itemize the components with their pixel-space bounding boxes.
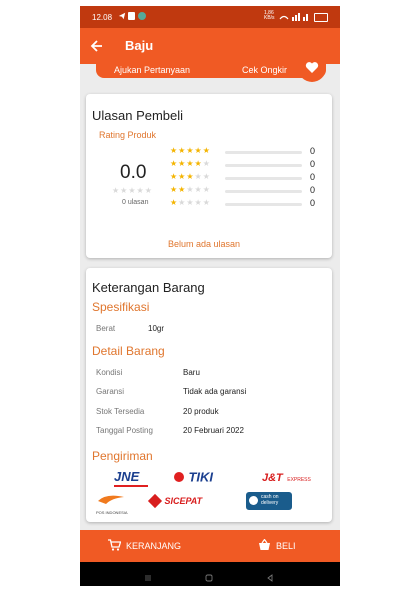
detail-value: 20 produk xyxy=(183,407,219,416)
rating-summary: 0.0 ★★★★★ 0 ulasan ★★★★★ 0 ★★★★★ 0 ★★★★★ 0 ★★★… xyxy=(98,142,320,226)
rating-bar xyxy=(225,190,302,193)
rating-bar xyxy=(225,164,302,167)
check-shipping-button[interactable]: Cek Ongkir xyxy=(242,65,287,75)
spec-title: Spesifikasi xyxy=(92,300,150,314)
rating-row: ★★★★★ 0 xyxy=(170,172,322,184)
ask-question-button[interactable]: Ajukan Pertanyaan xyxy=(114,65,190,75)
status-time: 12.08 xyxy=(92,13,113,22)
tiki-logo: TIKI xyxy=(174,468,213,486)
add-to-cart-button[interactable]: KERANJANG xyxy=(80,530,210,562)
buy-button[interactable]: BELI xyxy=(210,530,340,562)
sicepat-logo: SICEPAT xyxy=(147,492,202,510)
rating-bar xyxy=(225,177,302,180)
spec-label: Berat xyxy=(96,324,116,333)
rating-count: 0 xyxy=(310,198,316,208)
no-review-text[interactable]: Belum ada ulasan xyxy=(168,239,240,249)
system-nav-bar xyxy=(80,562,340,586)
star-rating-icon: ★★★★★ xyxy=(170,172,211,181)
cart-label: KERANJANG xyxy=(126,541,182,551)
cod-logo: cash on delivery xyxy=(246,492,292,510)
home-icon[interactable] xyxy=(205,569,213,582)
shipping-title: Pengiriman xyxy=(92,449,153,463)
page-title: Baju xyxy=(125,38,154,53)
score-stars-icon: ★★★★★ xyxy=(112,186,153,195)
detail-label: Stok Tersedia xyxy=(96,407,145,416)
detail-title: Detail Barang xyxy=(92,344,165,358)
facebook-icon xyxy=(128,12,135,20)
detail-value: Baru xyxy=(183,368,200,377)
basket-icon xyxy=(259,539,270,550)
cart-icon xyxy=(108,539,121,551)
detail-label: Tanggal Posting xyxy=(96,426,153,435)
review-count: 0 ulasan xyxy=(122,199,149,206)
rating-row: ★★★★★ 0 xyxy=(170,146,322,158)
rating-row: ★★★★★ 0 xyxy=(170,185,322,197)
detail-value: 20 Februari 2022 xyxy=(183,426,244,435)
info-title: Keterangan Barang xyxy=(92,280,205,295)
detail-label: Kondisi xyxy=(96,368,123,377)
star-rating-icon: ★★★★★ xyxy=(170,159,211,168)
rating-score: 0.0 xyxy=(120,162,147,183)
rating-count: 0 xyxy=(310,159,316,169)
detail-value: Tidak ada garansi xyxy=(183,387,247,396)
telegram-icon xyxy=(118,12,126,20)
star-rating-icon: ★★★★★ xyxy=(170,198,211,207)
recent-apps-icon[interactable] xyxy=(144,569,152,581)
rating-count: 0 xyxy=(310,146,316,156)
heart-icon xyxy=(305,62,319,73)
battery-icon xyxy=(314,13,328,22)
rating-row: ★★★★★ 0 xyxy=(170,198,322,210)
pos-logo: POS INDONESIA xyxy=(96,492,128,515)
rating-count: 0 xyxy=(310,185,316,195)
wishlist-button[interactable] xyxy=(298,54,326,82)
whatsapp-icon xyxy=(138,12,146,20)
detail-label: Garansi xyxy=(96,387,125,396)
reviews-card: Ulasan Pembeli Rating Produk 0.0 ★★★★★ 0… xyxy=(86,94,332,258)
bottom-action-bar: KERANJANG BELI xyxy=(80,530,340,562)
phone-screen: 12.08 1,86 KB/s Baju Ajukan Pertanyaan C… xyxy=(80,6,340,586)
jne-logo: JNE xyxy=(114,468,148,487)
product-info-card: Keterangan Barang Spesifikasi Berat 10gr… xyxy=(86,268,332,522)
action-bar: Ajukan Pertanyaan Cek Ongkir xyxy=(96,64,326,78)
rating-label: Rating Produk xyxy=(99,130,157,140)
reviews-title: Ulasan Pembeli xyxy=(92,108,184,123)
status-bar: 12.08 1,86 KB/s xyxy=(80,6,340,28)
signal-wifi-icon xyxy=(279,13,308,21)
back-arrow-icon[interactable] xyxy=(90,37,104,55)
spec-value: 10gr xyxy=(148,324,165,333)
rating-bar xyxy=(225,151,302,154)
back-nav-icon[interactable] xyxy=(266,569,274,582)
star-rating-icon: ★★★★★ xyxy=(170,185,211,194)
network-speed: 1,86 KB/s xyxy=(264,10,275,21)
jnt-logo: J&T EXPRESS xyxy=(262,472,311,484)
rating-row: ★★★★★ 0 xyxy=(170,159,322,171)
rating-bar xyxy=(225,203,302,206)
rating-count: 0 xyxy=(310,172,316,182)
buy-label: BELI xyxy=(276,541,296,551)
star-rating-icon: ★★★★★ xyxy=(170,146,211,155)
pos-bird-icon xyxy=(98,495,124,504)
